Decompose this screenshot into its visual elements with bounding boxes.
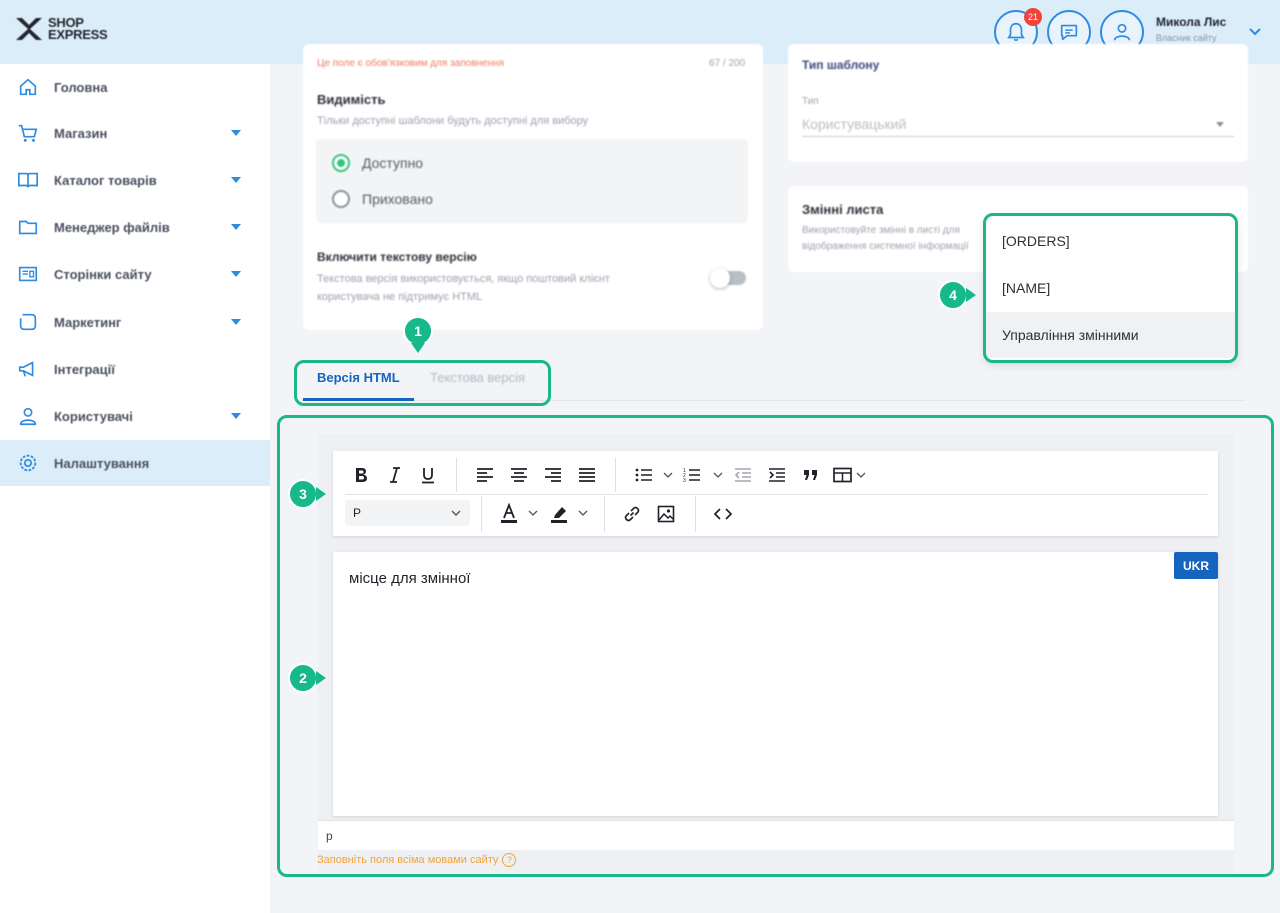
sidebar-item-label: Користувачі xyxy=(54,408,133,424)
radio-available[interactable] xyxy=(332,154,350,172)
chevron-down-icon xyxy=(231,130,241,136)
callout-marker-1: 1 xyxy=(403,316,433,346)
text-version-toggle[interactable] xyxy=(710,268,746,288)
callout-marker-4: 4 xyxy=(938,280,968,310)
notifications-badge: 21 xyxy=(1024,8,1042,26)
settings-icon xyxy=(19,454,37,472)
mail-variables-desc-line1: Використовуйте змінні в листі для xyxy=(802,225,960,236)
sidebar-item-site-pages[interactable]: Сторінки сайту xyxy=(0,251,270,297)
sidebar-item-integrations[interactable]: Інтеграції xyxy=(0,346,270,392)
user-icon xyxy=(1113,23,1131,41)
template-type-title: Тип шаблону xyxy=(802,58,880,72)
sidebar: Головна Магазин Каталог товарів Менеджер… xyxy=(0,64,270,913)
sidebar-item-label: Сторінки сайту xyxy=(54,266,152,282)
callout-frame-dropdown xyxy=(983,213,1238,363)
logo-line-2: EXPRESS xyxy=(48,27,108,42)
mail-variables-title: Змінні листа xyxy=(802,202,884,217)
text-version-description-line1: Текстова версія використовується, якщо п… xyxy=(317,273,610,285)
sidebar-item-label: Менеджер файлів xyxy=(54,219,170,235)
callout-marker-3: 3 xyxy=(288,479,318,509)
shop-express-logo[interactable]: SHOP EXPRESS xyxy=(14,14,108,44)
logo-mark-icon xyxy=(16,18,42,40)
radio-hidden-label[interactable]: Приховано xyxy=(362,191,433,207)
megaphone-icon xyxy=(18,361,34,377)
marketing-icon xyxy=(19,313,37,331)
book-icon xyxy=(18,172,38,188)
char-counter: 67 / 200 xyxy=(709,58,746,69)
callout-pointer-3 xyxy=(316,487,326,501)
sidebar-item-label: Каталог товарів xyxy=(54,172,157,188)
bell-icon xyxy=(1007,22,1025,42)
sidebar-item-catalog[interactable]: Каталог товарів xyxy=(0,157,270,203)
pages-icon xyxy=(18,266,38,282)
callout-pointer-2 xyxy=(316,671,326,685)
select-underline xyxy=(802,136,1234,137)
chat-icon xyxy=(1060,24,1078,41)
mail-variables-desc-line2: відображення системної інформації xyxy=(802,241,969,252)
callout-frame-tabs xyxy=(294,360,551,406)
cart-icon xyxy=(18,124,38,142)
radio-hidden[interactable] xyxy=(332,190,350,208)
chevron-down-icon[interactable] xyxy=(1248,24,1262,38)
folder-icon xyxy=(18,220,38,235)
visibility-options: Доступно Приховано xyxy=(316,139,748,223)
field-hint: Це поле є обов'язковим для заповнення xyxy=(317,58,505,69)
template-type-field-label: Тип xyxy=(802,96,819,107)
chevron-down-icon xyxy=(231,319,241,325)
chevron-down-icon xyxy=(231,271,241,277)
text-version-description-line2: користувача не підтримує HTML xyxy=(317,291,483,303)
sidebar-item-label: Магазин xyxy=(54,125,108,141)
chevron-down-icon xyxy=(231,224,241,230)
visibility-title: Видимість xyxy=(317,92,386,107)
chevron-down-icon xyxy=(231,177,241,183)
sidebar-item-label: Головна xyxy=(54,79,108,95)
template-type-select[interactable]: Користувацький xyxy=(802,116,906,132)
sidebar-item-label: Маркетинг xyxy=(54,314,122,330)
home-icon xyxy=(19,78,37,96)
chevron-down-icon xyxy=(1216,122,1224,127)
callout-frame-editor xyxy=(277,415,1274,877)
callout-pointer-4 xyxy=(966,288,976,302)
sidebar-item-shop[interactable]: Магазин xyxy=(0,110,270,156)
sidebar-item-users[interactable]: Користувачі xyxy=(0,393,270,439)
sidebar-item-home[interactable]: Головна xyxy=(0,64,270,110)
user-name: Микола Лис xyxy=(1156,15,1227,29)
radio-available-label[interactable]: Доступно xyxy=(362,155,423,171)
sidebar-item-label: Інтеграції xyxy=(54,361,115,377)
template-type-card: Тип шаблону Тип Користувацький xyxy=(788,44,1248,162)
callout-pointer-1 xyxy=(411,343,425,353)
user-role: Власник сайту xyxy=(1156,33,1217,43)
chevron-down-icon xyxy=(231,413,241,419)
sidebar-item-marketing[interactable]: Маркетинг xyxy=(0,299,270,345)
visibility-description: Тільки доступні шаблони будуть доступні … xyxy=(317,115,589,127)
users-icon xyxy=(19,407,37,426)
sidebar-item-file-manager[interactable]: Менеджер файлів xyxy=(0,204,270,250)
text-version-title: Включити текстову версію xyxy=(317,250,477,264)
sidebar-item-settings[interactable]: Налаштування xyxy=(0,440,270,486)
callout-marker-2: 2 xyxy=(288,663,318,693)
sidebar-item-label: Налаштування xyxy=(54,455,150,471)
